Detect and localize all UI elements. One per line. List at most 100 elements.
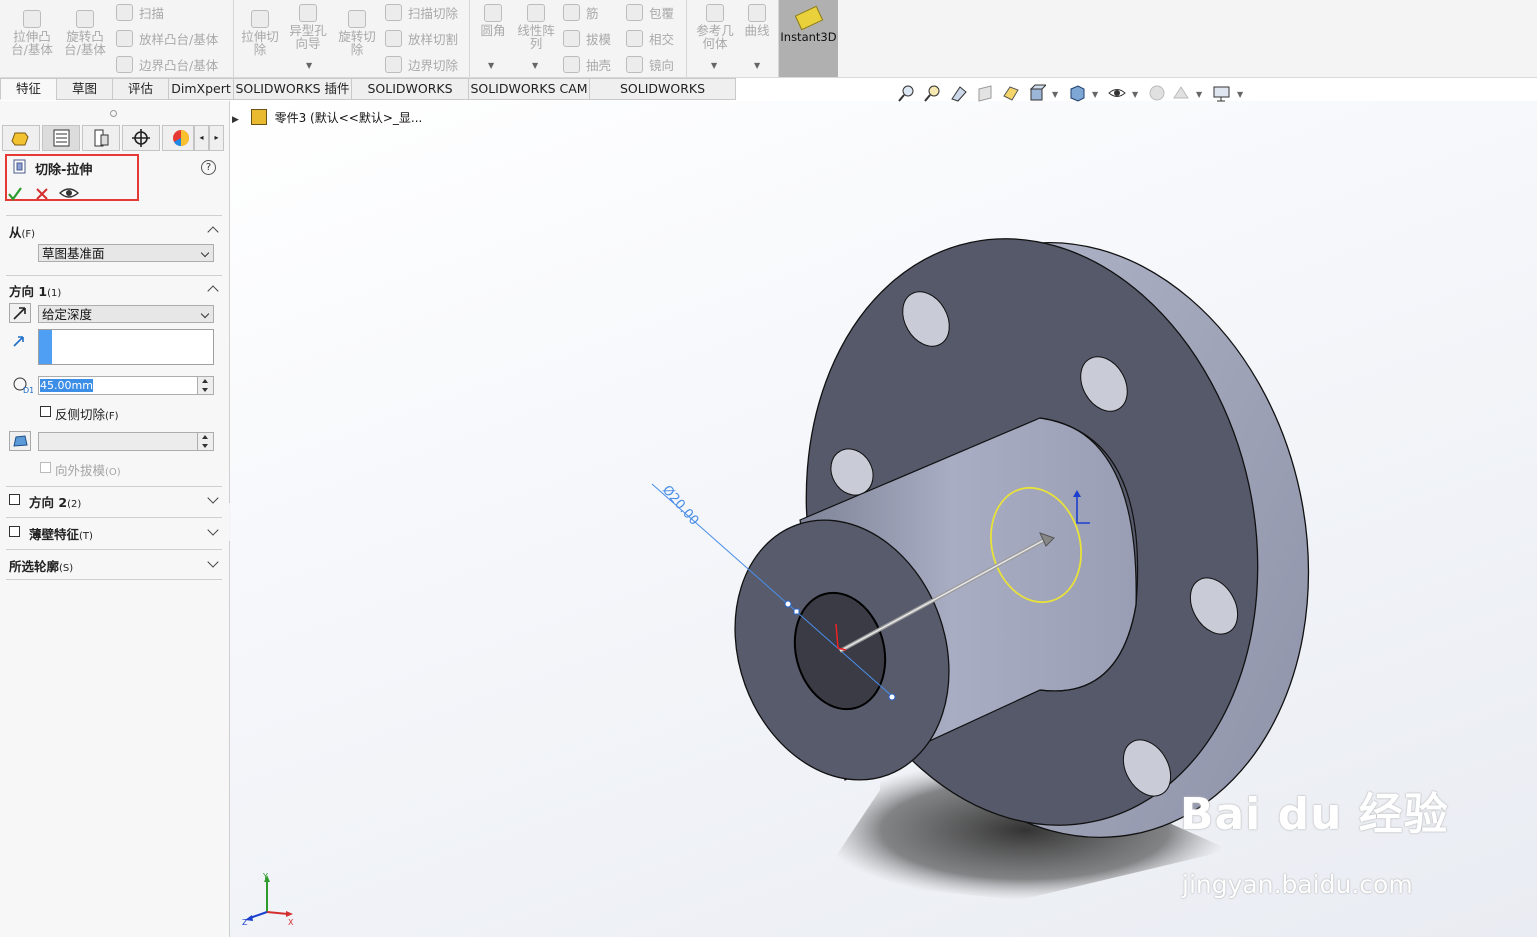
reference-dropdown-icon[interactable]: ▼ bbox=[711, 61, 717, 70]
end-condition-combobox[interactable]: 给定深度 bbox=[38, 305, 214, 323]
tab-property-manager[interactable] bbox=[42, 125, 80, 151]
dynamic-annotation-icon[interactable] bbox=[1002, 84, 1020, 102]
boundary-boss-button[interactable]: 边界凸台/基体 bbox=[116, 55, 218, 74]
tab-dimxpert[interactable]: DimXpert bbox=[168, 78, 234, 100]
part-icon bbox=[250, 109, 267, 125]
direction1-section-header[interactable]: 方向 1(1) bbox=[9, 281, 61, 300]
tab-configuration-manager[interactable] bbox=[82, 125, 120, 151]
mirror-button[interactable]: 镜向 bbox=[626, 55, 674, 74]
rib-button[interactable]: 筋 bbox=[563, 3, 599, 22]
tab-solidworks-cam[interactable]: SOLIDWORKS CAM bbox=[468, 78, 590, 100]
shell-button[interactable]: 抽壳 bbox=[563, 55, 611, 74]
draft-toggle-button[interactable] bbox=[9, 431, 31, 451]
hole-wizard-button[interactable]: 异型孔 向导 bbox=[284, 4, 332, 50]
intersect-button[interactable]: 相交 bbox=[626, 29, 674, 48]
previous-view-icon[interactable] bbox=[950, 84, 968, 102]
crosshair-icon bbox=[132, 129, 150, 147]
view-settings-dropdown-icon[interactable]: ▼ bbox=[1237, 90, 1243, 99]
wrap-button[interactable]: 包覆 bbox=[626, 3, 674, 22]
boundary-boss-icon bbox=[116, 56, 133, 73]
view-settings-icon[interactable] bbox=[1212, 84, 1230, 102]
hide-show-dropdown-icon[interactable]: ▼ bbox=[1132, 90, 1138, 99]
tabs-scroll-left-icon[interactable]: ◂ bbox=[194, 125, 209, 151]
watermark-url: jingyan.baidu.com bbox=[1182, 870, 1413, 899]
draft-outward-label: 向外拔模(O) bbox=[55, 463, 121, 478]
tab-sketch[interactable]: 草图 bbox=[56, 78, 113, 100]
hide-show-items-icon[interactable] bbox=[1108, 84, 1126, 102]
reference-geometry-button[interactable]: 参考几 何体 bbox=[693, 4, 737, 50]
diameter-dimension-label[interactable]: Ø20.00 bbox=[659, 483, 701, 529]
fillet-dropdown-icon[interactable]: ▼ bbox=[488, 61, 494, 70]
triad-y-label: Y bbox=[262, 872, 268, 881]
boundary-cut-button[interactable]: 边界切除 bbox=[385, 55, 458, 74]
watermark-logo-text: Bai du 经验 bbox=[1180, 789, 1449, 840]
pattern-dropdown-icon[interactable]: ▼ bbox=[532, 61, 538, 70]
selected-contours-section-header[interactable]: 所选轮廓(S) bbox=[9, 556, 73, 575]
thin-feature-section-header[interactable]: 薄壁特征(T) bbox=[29, 524, 93, 543]
depth-input[interactable]: 45.00mm bbox=[38, 376, 214, 395]
edit-appearance-icon[interactable] bbox=[1148, 84, 1166, 102]
dimension-handle[interactable] bbox=[784, 600, 792, 608]
instant3d-button[interactable]: Instant3D bbox=[779, 0, 838, 77]
appearance-icon bbox=[173, 130, 189, 147]
from-section-header[interactable]: 从(F) bbox=[9, 222, 35, 241]
dimension-handle[interactable] bbox=[793, 608, 800, 615]
direction-reference-selection-box[interactable] bbox=[38, 329, 214, 365]
tab-solidworks-mbd[interactable]: SOLIDWORKS MBD bbox=[351, 78, 469, 116]
extrude-boss-button[interactable]: 拉伸凸 台/基体 bbox=[8, 10, 56, 56]
fillet-button[interactable]: 圆角 bbox=[478, 4, 508, 37]
draft-outward-checkbox bbox=[40, 462, 51, 473]
display-style-icon[interactable] bbox=[1068, 84, 1086, 102]
from-combobox[interactable]: 草图基准面 bbox=[38, 244, 214, 262]
apply-scene-icon[interactable] bbox=[1172, 84, 1190, 102]
linear-pattern-button[interactable]: 线性阵 列 bbox=[514, 4, 558, 50]
view-orientation-dropdown-icon[interactable]: ▼ bbox=[1052, 90, 1058, 99]
tree-expand-icon[interactable]: ▶ bbox=[232, 115, 239, 125]
view-orientation-icon[interactable] bbox=[1028, 84, 1046, 102]
tab-feature-manager[interactable] bbox=[2, 125, 40, 151]
tab-features[interactable]: 特征 bbox=[0, 78, 57, 100]
hole-wizard-dropdown-icon[interactable]: ▼ bbox=[306, 61, 312, 70]
section-view-icon[interactable] bbox=[976, 84, 994, 102]
dimension-handle[interactable] bbox=[888, 693, 896, 701]
tab-solidworks-addins[interactable]: SOLIDWORKS 插件 bbox=[233, 78, 352, 100]
direction2-section-header[interactable]: 方向 2(2) bbox=[29, 492, 81, 511]
revolve-cut-button[interactable]: 旋转切 除 bbox=[334, 10, 380, 56]
draft-button[interactable]: 拔模 bbox=[563, 29, 611, 48]
loft-boss-button[interactable]: 放样凸台/基体 bbox=[116, 29, 218, 48]
zoom-to-area-icon[interactable] bbox=[924, 84, 942, 102]
sweep-button[interactable]: 扫描 bbox=[116, 3, 164, 22]
tab-solidworks-inspection[interactable]: SOLIDWORKS Inspection bbox=[589, 78, 736, 116]
separator bbox=[6, 549, 222, 550]
swept-cut-button[interactable]: 扫描切除 bbox=[385, 3, 458, 22]
revolve-boss-button[interactable]: 旋转凸 台/基体 bbox=[60, 10, 110, 56]
part-name-label[interactable]: 零件3 (默认<<默认>_显... bbox=[275, 111, 423, 125]
extrude-cut-button[interactable]: 拉伸切 除 bbox=[238, 10, 282, 56]
reverse-direction-button[interactable] bbox=[9, 303, 31, 323]
ribbon-group-reference: 参考几 何体 ▼ 曲线 ▼ bbox=[687, 0, 779, 77]
panel-collapse-handle[interactable] bbox=[110, 110, 117, 117]
accept-button[interactable] bbox=[7, 186, 23, 202]
direction2-checkbox[interactable] bbox=[9, 494, 20, 505]
tabs-scroll-right-icon[interactable]: ▸ bbox=[209, 125, 224, 151]
tab-display-manager[interactable] bbox=[162, 125, 194, 151]
flip-side-to-cut-label: 反侧切除(F) bbox=[55, 407, 119, 422]
preview-eye-icon[interactable] bbox=[59, 185, 79, 201]
display-style-dropdown-icon[interactable]: ▼ bbox=[1092, 90, 1098, 99]
cancel-button[interactable] bbox=[35, 187, 49, 201]
thin-feature-checkbox[interactable] bbox=[9, 526, 20, 537]
curves-dropdown-icon[interactable]: ▼ bbox=[754, 61, 760, 70]
flip-side-to-cut-checkbox[interactable] bbox=[40, 406, 51, 417]
curves-button[interactable]: 曲线 bbox=[741, 4, 773, 37]
command-tab-bar: 特征 草图 评估 DimXpert SOLIDWORKS 插件 SOLIDWOR… bbox=[0, 78, 740, 116]
help-button[interactable]: ? bbox=[201, 160, 216, 175]
ribbon-group-boss: 拉伸凸 台/基体 旋转凸 台/基体 扫描 放样凸台/基体 边界凸台/基体 bbox=[0, 0, 234, 77]
lofted-cut-button[interactable]: 放样切割 bbox=[385, 29, 458, 48]
scene-dropdown-icon[interactable]: ▼ bbox=[1196, 90, 1202, 99]
revolve-cut-icon bbox=[348, 10, 366, 28]
tab-evaluate[interactable]: 评估 bbox=[112, 78, 169, 100]
zoom-to-fit-icon[interactable] bbox=[898, 84, 916, 102]
tab-dimxpert-manager[interactable] bbox=[122, 125, 160, 151]
triad-x-axis bbox=[266, 911, 289, 915]
depth-spinner[interactable] bbox=[197, 377, 213, 394]
